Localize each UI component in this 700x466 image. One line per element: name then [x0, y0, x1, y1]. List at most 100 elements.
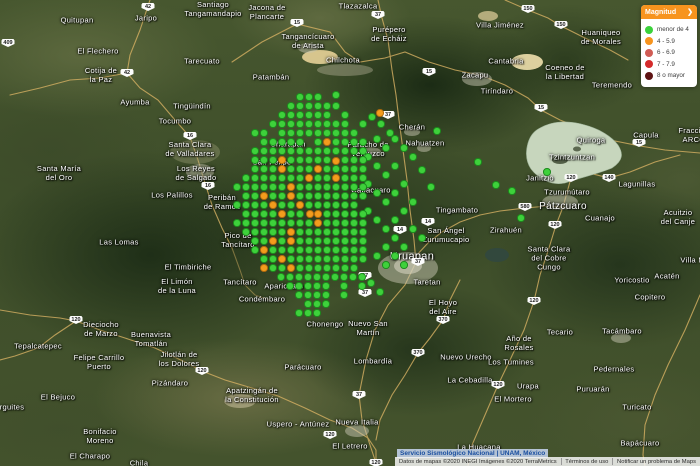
quake-dot[interactable]	[323, 219, 331, 227]
quake-dot[interactable]	[332, 120, 340, 128]
quake-dot[interactable]	[287, 138, 295, 146]
quake-dot[interactable]	[323, 201, 331, 209]
quake-dot[interactable]	[358, 282, 366, 290]
quake-dot[interactable]	[251, 192, 259, 200]
quake-dot[interactable]	[287, 147, 295, 155]
quake-dot[interactable]	[427, 183, 435, 191]
quake-dot[interactable]	[340, 291, 348, 299]
quake-dot[interactable]	[358, 273, 366, 281]
quake-dot[interactable]	[305, 255, 313, 263]
quake-dot[interactable]	[296, 255, 304, 263]
quake-dot[interactable]	[305, 120, 313, 128]
quake-dot[interactable]	[305, 174, 313, 182]
quake-dot[interactable]	[260, 147, 268, 155]
quake-dot[interactable]	[323, 228, 331, 236]
quake-dot[interactable]	[296, 111, 304, 119]
quake-dot[interactable]	[350, 201, 358, 209]
quake-dot[interactable]	[359, 120, 367, 128]
quake-dot[interactable]	[340, 282, 348, 290]
quake-dot[interactable]	[305, 264, 313, 272]
quake-dot[interactable]	[277, 273, 285, 281]
quake-dot[interactable]	[251, 210, 259, 218]
quake-dot[interactable]	[341, 192, 349, 200]
quake-dot[interactable]	[492, 181, 500, 189]
quake-dot[interactable]	[278, 246, 286, 254]
quake-dot[interactable]	[341, 246, 349, 254]
quake-dot[interactable]	[269, 246, 277, 254]
quake-dot[interactable]	[341, 219, 349, 227]
quake-dot[interactable]	[350, 228, 358, 236]
quake-dot[interactable]	[341, 156, 349, 164]
quake-dot[interactable]	[323, 192, 331, 200]
satellite-map[interactable]: QuitupanJaripoSantiagoTangamandapioJacon…	[0, 0, 700, 466]
quake-dot[interactable]	[341, 255, 349, 263]
quake-dot[interactable]	[418, 166, 426, 174]
quake-dot[interactable]	[233, 183, 241, 191]
quake-dot[interactable]	[314, 174, 322, 182]
quake-dot[interactable]	[332, 246, 340, 254]
quake-dot[interactable]	[350, 237, 358, 245]
quake-dot[interactable]	[260, 165, 268, 173]
quake-dot[interactable]	[323, 165, 331, 173]
quake-dot[interactable]	[322, 291, 330, 299]
quake-dot[interactable]	[313, 309, 321, 317]
quake-dot[interactable]	[341, 174, 349, 182]
quake-dot[interactable]	[251, 183, 259, 191]
quake-dot[interactable]	[323, 183, 331, 191]
quake-dot[interactable]	[242, 219, 250, 227]
quake-dot[interactable]	[269, 264, 277, 272]
quake-dot[interactable]	[260, 156, 268, 164]
quake-dot[interactable]	[296, 210, 304, 218]
quake-dot[interactable]	[517, 214, 525, 222]
quake-dot[interactable]	[313, 273, 321, 281]
quake-dot[interactable]	[314, 183, 322, 191]
quake-dot[interactable]	[409, 153, 417, 161]
quake-dot[interactable]	[295, 273, 303, 281]
quake-dot[interactable]	[341, 165, 349, 173]
quake-dot[interactable]	[391, 162, 399, 170]
quake-dot[interactable]	[278, 192, 286, 200]
quake-dot[interactable]	[368, 113, 376, 121]
quake-dot[interactable]	[314, 147, 322, 155]
quake-dot[interactable]	[305, 192, 313, 200]
quake-dot[interactable]	[314, 237, 322, 245]
quake-dot[interactable]	[332, 210, 340, 218]
quake-dot[interactable]	[474, 158, 482, 166]
quake-dot[interactable]	[373, 216, 381, 224]
quake-dot[interactable]	[287, 174, 295, 182]
quake-dot[interactable]	[305, 111, 313, 119]
quake-dot[interactable]	[359, 183, 367, 191]
quake-dot[interactable]	[314, 120, 322, 128]
quake-dot[interactable]	[296, 156, 304, 164]
quake-dot[interactable]	[287, 201, 295, 209]
quake-dot[interactable]	[341, 111, 349, 119]
quake-dot[interactable]	[382, 198, 390, 206]
report-problem-link[interactable]: Notificar un problema de Maps	[613, 459, 700, 465]
quake-dot[interactable]	[323, 255, 331, 263]
quake-dot[interactable]	[332, 157, 340, 165]
quake-dot[interactable]	[382, 261, 390, 269]
quake-dot[interactable]	[350, 255, 358, 263]
quake-dot[interactable]	[359, 210, 367, 218]
quake-dot[interactable]	[382, 243, 390, 251]
quake-dot[interactable]	[373, 162, 381, 170]
quake-dot[interactable]	[341, 201, 349, 209]
quake-dot[interactable]	[323, 111, 331, 119]
quake-dot[interactable]	[296, 147, 304, 155]
quake-dot[interactable]	[260, 138, 268, 146]
quake-dot[interactable]	[260, 210, 268, 218]
quake-dot[interactable]	[322, 300, 330, 308]
quake-dot[interactable]	[242, 192, 250, 200]
quake-dot[interactable]	[305, 147, 313, 155]
quake-dot[interactable]	[332, 255, 340, 263]
quake-dot[interactable]	[359, 174, 367, 182]
quake-dot[interactable]	[296, 192, 304, 200]
quake-dot[interactable]	[373, 189, 381, 197]
quake-dot[interactable]	[400, 261, 408, 269]
quake-dot[interactable]	[251, 129, 259, 137]
quake-dot[interactable]	[350, 174, 358, 182]
quake-dot[interactable]	[314, 219, 322, 227]
quake-dot[interactable]	[296, 264, 304, 272]
quake-dot[interactable]	[287, 183, 295, 191]
quake-dot[interactable]	[367, 279, 375, 287]
